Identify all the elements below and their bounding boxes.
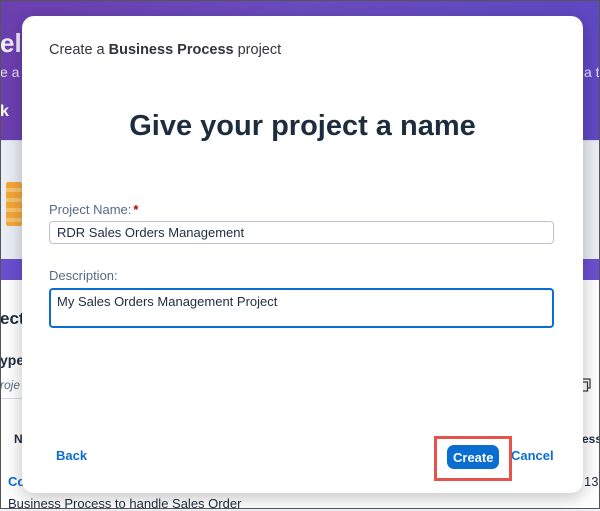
background-back-fragment: k — [0, 103, 9, 120]
project-name-label: Project Name: * — [49, 202, 138, 217]
background-banner-text-left: e a — [0, 64, 20, 80]
background-section-heading: ect — [0, 309, 25, 328]
required-indicator: * — [133, 202, 139, 217]
background-search-placeholder: roje — [0, 378, 21, 392]
dialog-title: Give your project a name — [129, 110, 476, 142]
create-button[interactable]: Create — [447, 445, 499, 469]
create-project-dialog: Create a Business Process project Give y… — [22, 16, 583, 493]
project-name-input[interactable] — [49, 221, 554, 244]
dialog-header: Create a Business Process project — [49, 42, 281, 58]
background-banner-text-right: a to — [584, 64, 600, 80]
dialog-header-prefix: Create a — [49, 42, 109, 58]
dialog-header-suffix: project — [233, 42, 282, 58]
cancel-button[interactable]: Cancel — [511, 448, 554, 463]
background-column-header-right: ess — [582, 432, 600, 446]
description-input[interactable]: My Sales Orders Management Project — [49, 288, 554, 328]
background-title-fragment: el — [0, 28, 22, 58]
description-label: Description: — [49, 268, 118, 283]
background-divider — [0, 398, 22, 399]
back-button[interactable]: Back — [56, 448, 87, 463]
dialog-header-project-type: Business Process — [108, 42, 234, 58]
background-row-number: 13 — [584, 474, 599, 489]
background-type-label: ype — [0, 352, 25, 368]
project-name-label-text: Project Name: — [49, 202, 132, 217]
background-illustration — [6, 182, 22, 226]
